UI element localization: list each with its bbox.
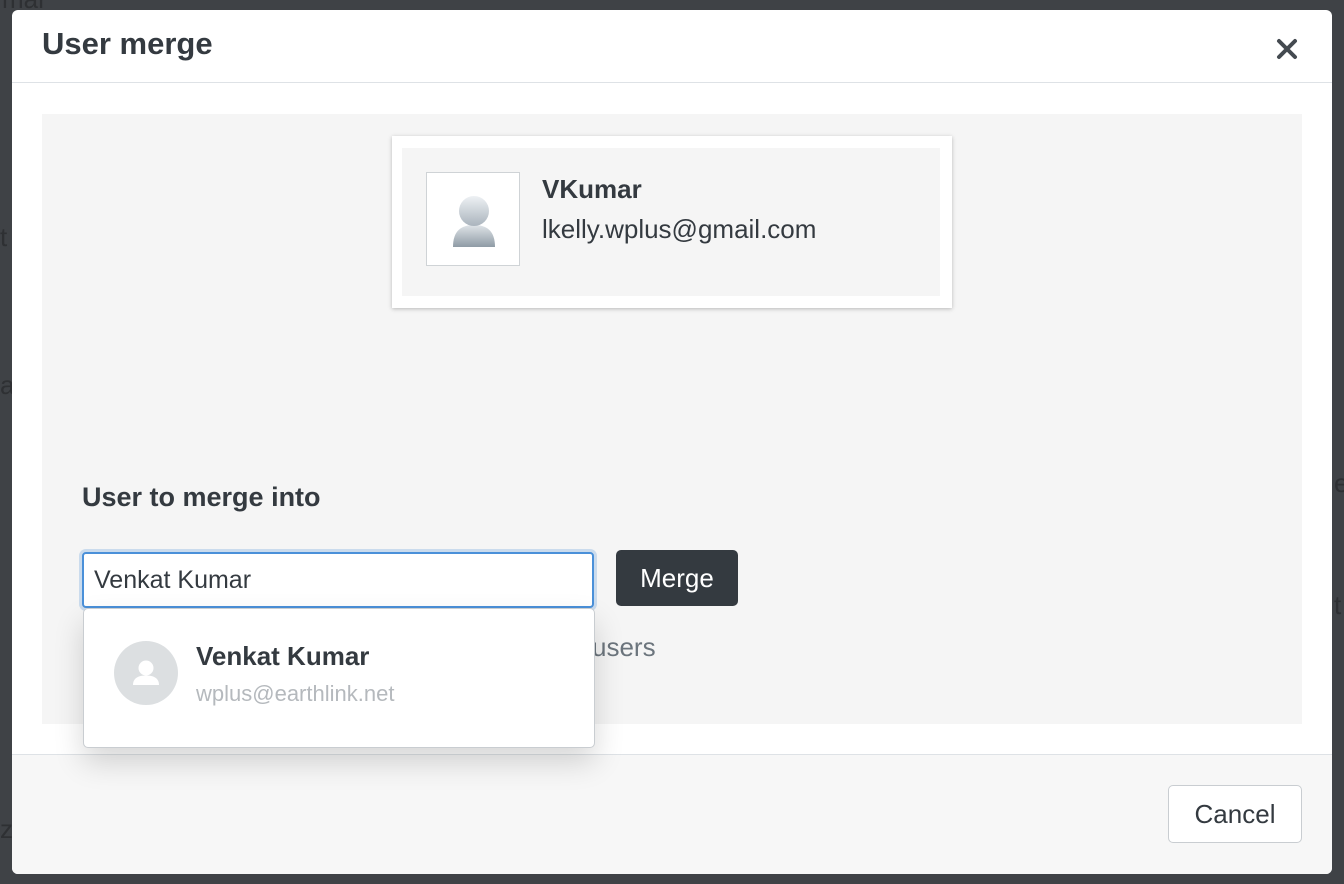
- modal-footer: Cancel: [12, 754, 1332, 874]
- source-user-name: VKumar: [542, 174, 642, 204]
- autocomplete-dropdown: Venkat Kumar wplus@earthlink.net: [83, 608, 595, 748]
- merge-target-search-input[interactable]: [82, 552, 594, 608]
- background-text-fragment: t: [1334, 590, 1342, 620]
- background-text-fragment: t: [0, 222, 8, 252]
- autocomplete-user-email: wplus@earthlink.net: [196, 681, 395, 706]
- merge-button[interactable]: Merge: [616, 550, 738, 606]
- autocomplete-item[interactable]: Venkat Kumar wplus@earthlink.net: [84, 609, 594, 747]
- cancel-button[interactable]: Cancel: [1168, 785, 1302, 843]
- source-user-card: VKumar lkelly.wplus@gmail.com: [392, 136, 952, 308]
- source-user-email: lkelly.wplus@gmail.com: [542, 214, 817, 244]
- background-text-fragment: e: [1334, 468, 1344, 498]
- merge-target-label: User to merge into: [82, 482, 321, 512]
- source-user-card-inner: VKumar lkelly.wplus@gmail.com: [402, 148, 940, 296]
- default-user-avatar-icon: [426, 172, 520, 266]
- user-merge-modal: User merge VKumar lkelly.wplus@gmail.com…: [12, 10, 1332, 874]
- close-icon[interactable]: [1274, 36, 1300, 62]
- modal-title: User merge: [42, 26, 213, 61]
- modal-header: User merge: [12, 10, 1332, 83]
- user-avatar-icon: [114, 641, 178, 705]
- merge-hint-text: users: [592, 632, 656, 662]
- autocomplete-user-name: Venkat Kumar: [196, 641, 370, 671]
